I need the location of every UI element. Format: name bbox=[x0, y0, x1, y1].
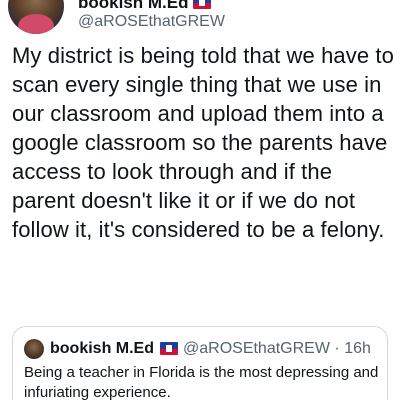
quoted-author-display-name: bookish M.Ed bbox=[50, 340, 154, 357]
quoted-author-handle: @aROSEthatGREW bbox=[183, 340, 330, 357]
quoted-tweet-card[interactable]: bookish M.Ed @aROSEthatGREW · 16h Being … bbox=[12, 326, 388, 400]
quoted-tweet-time[interactable]: 16h bbox=[344, 340, 371, 357]
author-handle[interactable]: @aROSEthatGREW bbox=[78, 12, 225, 32]
tweet-text: My district is being told that we have t… bbox=[12, 43, 394, 242]
quoted-tweet-text: Being a teacher in Florida is the most d… bbox=[24, 364, 379, 400]
author-avatar[interactable] bbox=[8, 0, 64, 34]
meta-separator: · bbox=[334, 340, 340, 357]
quoted-author-avatar bbox=[24, 339, 44, 359]
author-display-name-text: bookish M.Ed bbox=[78, 0, 189, 12]
tweet[interactable]: bookish M.Ed @aROSEthatGREW My district … bbox=[0, 0, 400, 400]
avatar-clothing bbox=[18, 14, 54, 34]
haiti-flag-icon bbox=[192, 0, 211, 9]
quoted-author-meta: @aROSEthatGREW · 16h bbox=[183, 339, 371, 359]
haiti-flag-icon bbox=[160, 342, 178, 355]
tweet-header: bookish M.Ed @aROSEthatGREW bbox=[0, 0, 400, 40]
